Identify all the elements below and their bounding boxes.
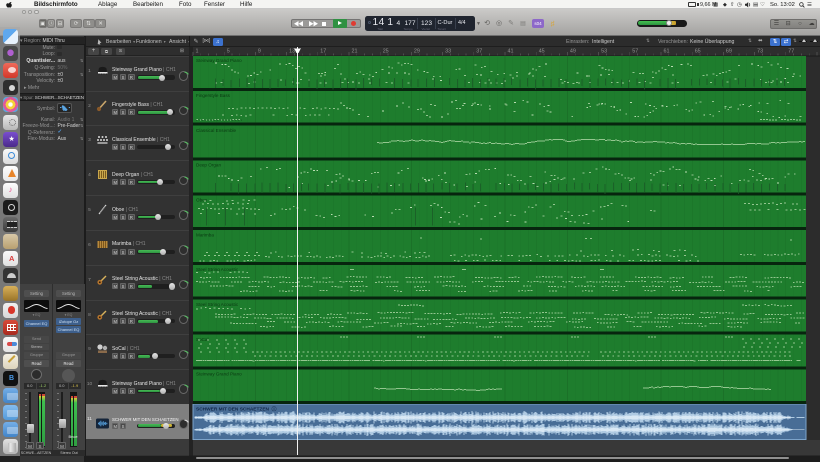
svg-text:5: 5 xyxy=(227,48,230,54)
svg-text:Steinway Grand Piano: Steinway Grand Piano xyxy=(196,58,242,63)
svg-text:17: 17 xyxy=(320,48,326,54)
svg-text:Steel String Acoustic: Steel String Acoustic xyxy=(196,302,239,307)
svg-text:33: 33 xyxy=(445,48,451,54)
svg-text:61: 61 xyxy=(664,48,670,54)
svg-text:9: 9 xyxy=(258,48,261,54)
svg-text:29: 29 xyxy=(414,48,420,54)
svg-text:Steinway Grand Piano: Steinway Grand Piano xyxy=(196,372,242,377)
svg-text:53: 53 xyxy=(601,48,607,54)
svg-text:SCHWER MIT DEN SCHAETZEN ⓘ: SCHWER MIT DEN SCHAETZEN ⓘ xyxy=(196,406,277,413)
svg-text:69: 69 xyxy=(726,48,732,54)
svg-text:41: 41 xyxy=(508,48,514,54)
svg-text:Oboe: Oboe xyxy=(196,198,208,203)
svg-text:37: 37 xyxy=(476,48,482,54)
svg-text:Fingerstyle Bass: Fingerstyle Bass xyxy=(196,93,231,98)
svg-text:1: 1 xyxy=(196,48,199,54)
svg-text:25: 25 xyxy=(383,48,389,54)
svg-text:Steel String Acoustic: Steel String Acoustic xyxy=(196,267,239,272)
svg-text:65: 65 xyxy=(695,48,701,54)
svg-text:45: 45 xyxy=(539,48,545,54)
svg-text:Classical Ensemble: Classical Ensemble xyxy=(196,128,237,133)
svg-text:SoCal: SoCal xyxy=(196,337,209,342)
svg-text:57: 57 xyxy=(632,48,638,54)
svg-text:Marimba: Marimba xyxy=(196,232,214,237)
svg-text:77: 77 xyxy=(788,48,794,54)
svg-text:21: 21 xyxy=(352,48,358,54)
svg-text:49: 49 xyxy=(570,48,576,54)
svg-text:Deep Organ: Deep Organ xyxy=(196,163,221,168)
svg-text:13: 13 xyxy=(289,48,295,54)
svg-text:73: 73 xyxy=(757,48,763,54)
